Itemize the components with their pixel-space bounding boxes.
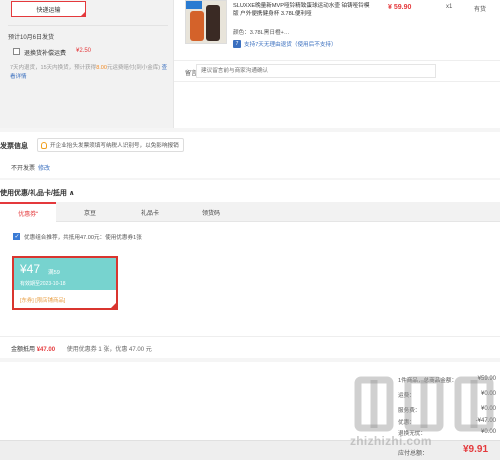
tab-coupons-badge: • bbox=[36, 210, 38, 216]
insurance-description: 7天内退货，15天内换货，预计获得8.00元运费赔付(到小金库) 查看详情 bbox=[10, 64, 170, 82]
insurance-desc-prefix: 7天内退货，15天内换货，预计获得 bbox=[10, 65, 97, 71]
product-stock: 有货 bbox=[474, 7, 487, 13]
invoice-tip-text: 开企业抬头发票须填写纳税人识别号，以免影响报销 bbox=[50, 143, 179, 149]
product-image[interactable] bbox=[185, 0, 227, 44]
coupon-card-header: ¥47 满59 有效期至2023-10-18 bbox=[14, 258, 116, 290]
divider bbox=[0, 336, 500, 337]
divider bbox=[8, 25, 168, 26]
return-policy: 7 支持7天无理由退货（使用后不支持） bbox=[233, 40, 337, 48]
product-price: ¥ 59.90 bbox=[388, 4, 412, 11]
shipping-method-label: 快递运输 bbox=[36, 7, 61, 14]
shipping-method-button[interactable]: 快递运输 bbox=[11, 1, 86, 17]
payable-amount: ¥9.91 bbox=[463, 444, 489, 455]
product-spec: 颜色：3.78L黑日橙+… bbox=[233, 30, 290, 36]
tab-gift-card[interactable]: 礼品卡 bbox=[122, 202, 178, 222]
lightbulb-icon bbox=[41, 142, 47, 149]
coupon-card[interactable]: ¥47 满59 有效期至2023-10-18 [东券] [限店铺商品] bbox=[12, 256, 118, 310]
coupon-condition: 满59 bbox=[48, 270, 60, 276]
invoice-title: 发票信息 bbox=[0, 143, 28, 150]
invoice-tip: 开企业抬头发票须填写纳税人识别号，以免影响报销 bbox=[37, 138, 184, 152]
invoice-value: 不开发票 bbox=[11, 166, 36, 172]
coupon-selected-corner-icon bbox=[109, 301, 118, 310]
selected-corner-icon bbox=[80, 11, 86, 17]
tab-pickup-code[interactable]: 领货码 bbox=[183, 202, 239, 222]
insurance-checkbox[interactable] bbox=[13, 48, 20, 55]
deduct-amount: ¥47.00 bbox=[36, 347, 56, 353]
return-badge-icon: 7 bbox=[233, 40, 241, 48]
tab-jingdou[interactable]: 京豆 bbox=[62, 202, 118, 222]
coupon-scope: [东券] [限店铺商品] bbox=[20, 298, 66, 304]
coupon-used-text: 使用优惠券 1 张，优惠 47.00 元 bbox=[66, 347, 152, 353]
recommend-checkbox[interactable] bbox=[13, 233, 20, 240]
bottle-orange bbox=[190, 11, 204, 41]
insurance-desc-amount: 8.00 bbox=[96, 65, 107, 71]
return-policy-text: 支持7天无理由退货（使用后不支持） bbox=[244, 42, 337, 48]
product-image-tag bbox=[186, 1, 202, 9]
bottle-dark bbox=[206, 5, 220, 41]
insurance-price: ¥2.50 bbox=[76, 48, 92, 54]
tab-coupons[interactable]: 优惠券 • bbox=[0, 202, 56, 222]
coupon-expiry: 有效期至2023-10-18 bbox=[20, 281, 66, 287]
coupon-section-toggle[interactable]: 使用优惠/礼品卡/抵用 ∧ bbox=[0, 188, 75, 198]
deduct-label: 金额抵用 bbox=[11, 347, 36, 353]
payable-label: 应付总额： bbox=[398, 451, 429, 457]
ship-date-text: 预计10月6日发货 bbox=[8, 35, 55, 41]
insurance-label: 退换货补偿运费 bbox=[24, 51, 67, 57]
product-title[interactable]: SLUXXE晚量新MVP哑铃精致蛋球运动水壶 铂铸哑铃模版 户外便携健身杯 3.… bbox=[233, 2, 375, 18]
recommend-text: 优惠组合推荐，共抵用47.00元：使用优惠券1张 bbox=[24, 235, 142, 241]
watermark-domain: zhizhizhi.com bbox=[350, 434, 432, 448]
coupon-amount: ¥47 bbox=[20, 262, 41, 276]
remark-input[interactable] bbox=[196, 64, 436, 78]
insurance-desc-suffix: 元运费赔付(到小金库) bbox=[106, 65, 161, 71]
product-quantity: x1 bbox=[446, 4, 453, 10]
invoice-edit-link[interactable]: 修改 bbox=[38, 163, 50, 172]
tab-coupons-label: 优惠券 bbox=[18, 211, 37, 218]
deduct-summary: 金额抵用 ¥47.00 使用优惠券 1 张，优惠 47.00 元 bbox=[11, 344, 152, 353]
